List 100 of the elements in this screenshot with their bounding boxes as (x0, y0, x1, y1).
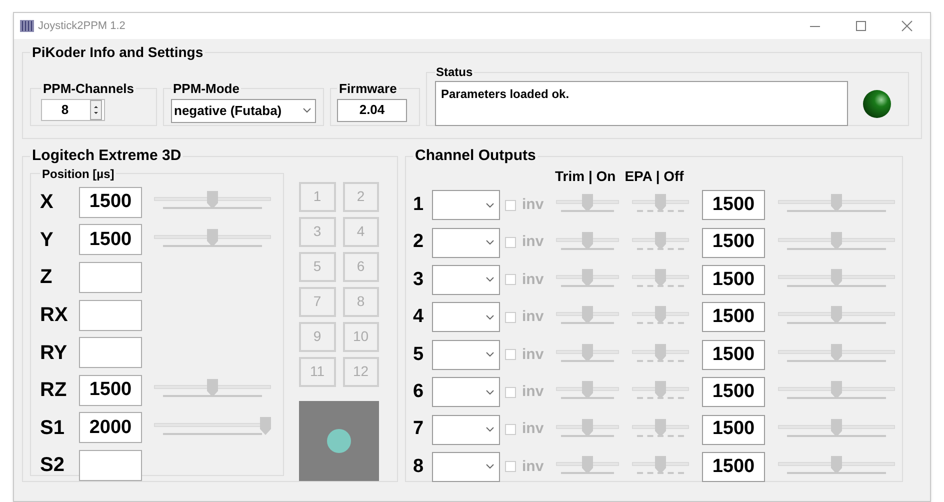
channel-value-field: 1500 (702, 190, 765, 220)
chevron-down-icon (486, 202, 494, 208)
axis-label: X (40, 190, 54, 216)
slider-thumb[interactable] (260, 416, 271, 435)
channel-dropdown[interactable] (432, 414, 500, 445)
axis-value-field (79, 337, 142, 368)
slider-thumb[interactable] (655, 456, 666, 474)
slider-thumb[interactable] (582, 306, 593, 324)
axis-label: S1 (40, 416, 66, 441)
group-title: Logitech Extreme 3D (31, 146, 182, 166)
slider-thumb[interactable] (831, 418, 842, 437)
inv-label: inv (522, 232, 545, 252)
channel-value-field: 1500 (702, 228, 765, 258)
channel-dropdown[interactable] (432, 302, 500, 332)
joystick-button-indicator: 2 (342, 182, 379, 212)
axis-value-field (79, 262, 142, 293)
joystick-button-indicator: 4 (342, 216, 379, 246)
inv-checkbox[interactable] (505, 237, 516, 248)
slider-thumb[interactable] (831, 194, 842, 212)
axis-label: RX (40, 303, 69, 328)
channel-value-field: 1500 (702, 414, 765, 445)
group-title: Firmware (338, 80, 398, 98)
status-field: Parameters loaded ok. (435, 81, 848, 126)
group-title: PPM-Channels (42, 80, 136, 98)
joystick-button-indicator: 8 (342, 286, 379, 316)
firmware-field: 2.04 (337, 98, 407, 122)
slider-thumb[interactable] (655, 306, 666, 324)
inv-checkbox[interactable] (505, 312, 516, 323)
axis-label: Z (40, 265, 54, 290)
slider-thumb[interactable] (582, 456, 593, 474)
inv-checkbox[interactable] (505, 274, 516, 286)
mode-dropdown[interactable]: negative (Futaba) (171, 98, 316, 122)
slider-thumb[interactable] (831, 381, 842, 400)
axis-value-field: 2000 (79, 412, 142, 444)
window-title: Joystick2PPM 1.2 (38, 18, 126, 34)
channel-dropdown[interactable] (432, 190, 500, 220)
channel-number: 3 (413, 268, 425, 292)
slider-thumb[interactable] (207, 379, 218, 398)
joystick-button-indicator: 6 (342, 252, 379, 282)
slider-thumb[interactable] (582, 194, 593, 212)
channel-dropdown[interactable] (432, 340, 500, 370)
channel-dropdown[interactable] (432, 377, 500, 408)
axis-label: RY (40, 340, 68, 366)
chevron-down-icon (486, 277, 494, 282)
slider-thumb[interactable] (655, 344, 666, 362)
inv-checkbox[interactable] (505, 461, 516, 472)
slider-thumb[interactable] (831, 344, 842, 362)
slider-thumb[interactable] (831, 232, 842, 250)
slider-thumb[interactable] (655, 268, 666, 287)
slider-thumb[interactable] (655, 381, 666, 400)
app-icon (20, 20, 34, 32)
slider-thumb[interactable] (207, 228, 218, 247)
slider-thumb[interactable] (831, 306, 842, 324)
inv-label: inv (522, 194, 545, 215)
axis-value-field: 1500 (79, 186, 142, 218)
chevron-down-icon (486, 314, 494, 320)
channel-number: 8 (413, 454, 425, 479)
slider-thumb[interactable] (582, 232, 593, 250)
number-field[interactable]: 8 (41, 98, 105, 120)
channel-value-field: 1500 (702, 377, 765, 408)
inv-checkbox[interactable] (505, 200, 516, 211)
axis-label: RZ (40, 378, 68, 404)
trim-header: Trim | On (555, 166, 616, 186)
inv-label: inv (522, 456, 545, 477)
inv-checkbox[interactable] (505, 349, 516, 360)
inv-label: inv (522, 344, 545, 364)
channel-number: 2 (413, 230, 425, 254)
chevron-down-icon (486, 464, 494, 470)
group-title: Channel Outputs (414, 146, 537, 166)
chevron-down-icon (486, 240, 494, 246)
slider-thumb[interactable] (655, 194, 666, 212)
spinner-arrows-icon[interactable] (90, 100, 102, 120)
channel-dropdown[interactable] (432, 452, 500, 482)
joystick-button-indicator: 5 (299, 252, 336, 282)
group-title: PiKoder Info and Settings (31, 43, 204, 62)
slider-thumb[interactable] (655, 232, 666, 250)
slider-thumb[interactable] (582, 268, 593, 287)
channel-value-field: 1500 (702, 452, 765, 482)
slider-thumb[interactable] (831, 456, 842, 474)
channel-number: 5 (413, 342, 425, 366)
slider-thumb[interactable] (582, 344, 593, 362)
inv-checkbox[interactable] (505, 424, 516, 436)
channel-dropdown[interactable] (432, 264, 500, 295)
inv-label: inv (522, 419, 545, 440)
slider-thumb[interactable] (655, 418, 666, 437)
slider-thumb[interactable] (582, 381, 593, 400)
channel-number: 6 (413, 380, 425, 404)
inv-label: inv (522, 382, 545, 402)
channel-number: 4 (413, 305, 425, 330)
axis-value-field (79, 300, 142, 331)
axis-value-field: 1500 (79, 374, 142, 406)
inv-checkbox[interactable] (505, 386, 516, 398)
axis-label: Y (40, 228, 54, 253)
joystick-button-indicator: 1 (299, 182, 336, 212)
slider-thumb[interactable] (207, 191, 218, 210)
channel-value-field: 1500 (702, 340, 765, 370)
channel-value-field: 1500 (702, 302, 765, 332)
channel-dropdown[interactable] (432, 228, 500, 258)
slider-thumb[interactable] (831, 268, 842, 287)
slider-thumb[interactable] (582, 418, 593, 437)
